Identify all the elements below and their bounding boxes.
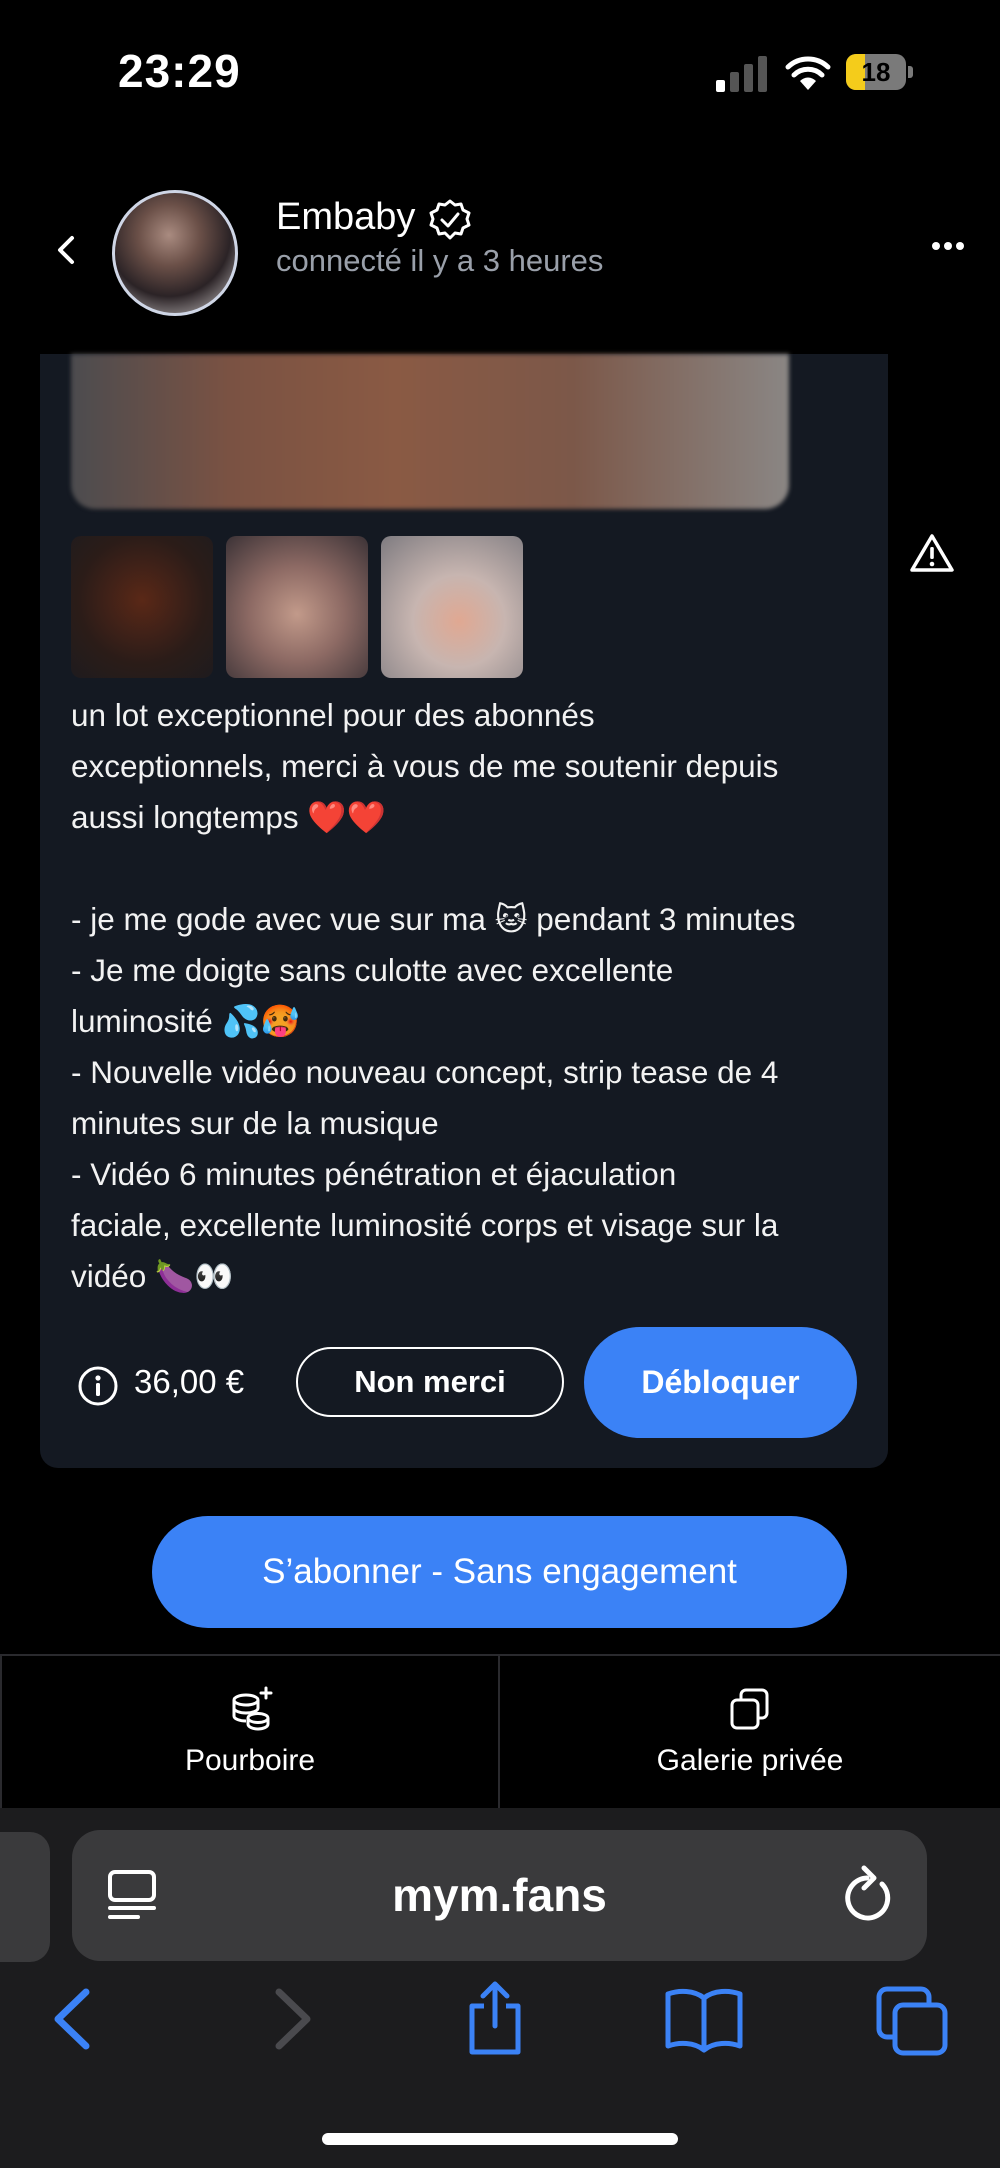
url-text[interactable]: mym.fans xyxy=(72,1830,927,1961)
cellular-signal-icon xyxy=(716,56,768,92)
report-warning-icon[interactable] xyxy=(909,532,955,574)
browser-back-icon[interactable] xyxy=(40,1984,110,2054)
last-seen-status: connecté il y a 3 heures xyxy=(276,243,604,278)
browser-forward-icon[interactable] xyxy=(255,1984,325,2054)
tab-private-gallery[interactable]: Galerie privée xyxy=(500,1656,1000,1810)
bookmarks-icon[interactable] xyxy=(663,1984,745,2054)
profile-name[interactable]: Embaby xyxy=(276,196,415,239)
verified-badge-icon xyxy=(429,199,471,240)
tab-tip[interactable]: Pourboire xyxy=(0,1656,500,1810)
avatar[interactable] xyxy=(112,190,238,316)
tab-private-gallery-label: Galerie privée xyxy=(656,1744,844,1777)
tip-coins-icon xyxy=(232,1686,273,1731)
tabs-icon[interactable] xyxy=(874,1984,950,2058)
unlock-button[interactable]: Débloquer xyxy=(584,1327,857,1438)
message-text: un lot exceptionnel pour des abonnés exc… xyxy=(71,697,796,1294)
battery-icon: 18 xyxy=(846,54,914,92)
info-icon[interactable] xyxy=(76,1364,120,1408)
status-time: 23:29 xyxy=(118,45,241,97)
home-indicator xyxy=(322,2133,678,2145)
media-thumbnail[interactable] xyxy=(71,536,213,678)
blurred-media-preview[interactable] xyxy=(71,354,789,509)
decline-button[interactable]: Non merci xyxy=(296,1347,564,1417)
bottom-action-bar: Pourboire Galerie privée xyxy=(0,1654,1000,1810)
back-chevron-icon[interactable] xyxy=(52,230,82,270)
share-icon[interactable] xyxy=(460,1978,530,2058)
media-thumbnail[interactable] xyxy=(226,536,368,678)
wifi-icon xyxy=(785,56,831,90)
subscribe-button[interactable]: S’abonner - Sans engagement xyxy=(152,1516,847,1628)
media-thumbnail[interactable] xyxy=(381,536,523,678)
gallery-icon xyxy=(730,1688,769,1730)
reload-icon[interactable] xyxy=(838,1862,896,1926)
tab-tip-label: Pourboire xyxy=(184,1744,316,1777)
previous-tab-preview[interactable] xyxy=(0,1832,50,1962)
battery-level: 18 xyxy=(861,57,891,87)
more-options-icon[interactable] xyxy=(930,238,966,254)
price-label: 36,00 € xyxy=(134,1363,245,1400)
